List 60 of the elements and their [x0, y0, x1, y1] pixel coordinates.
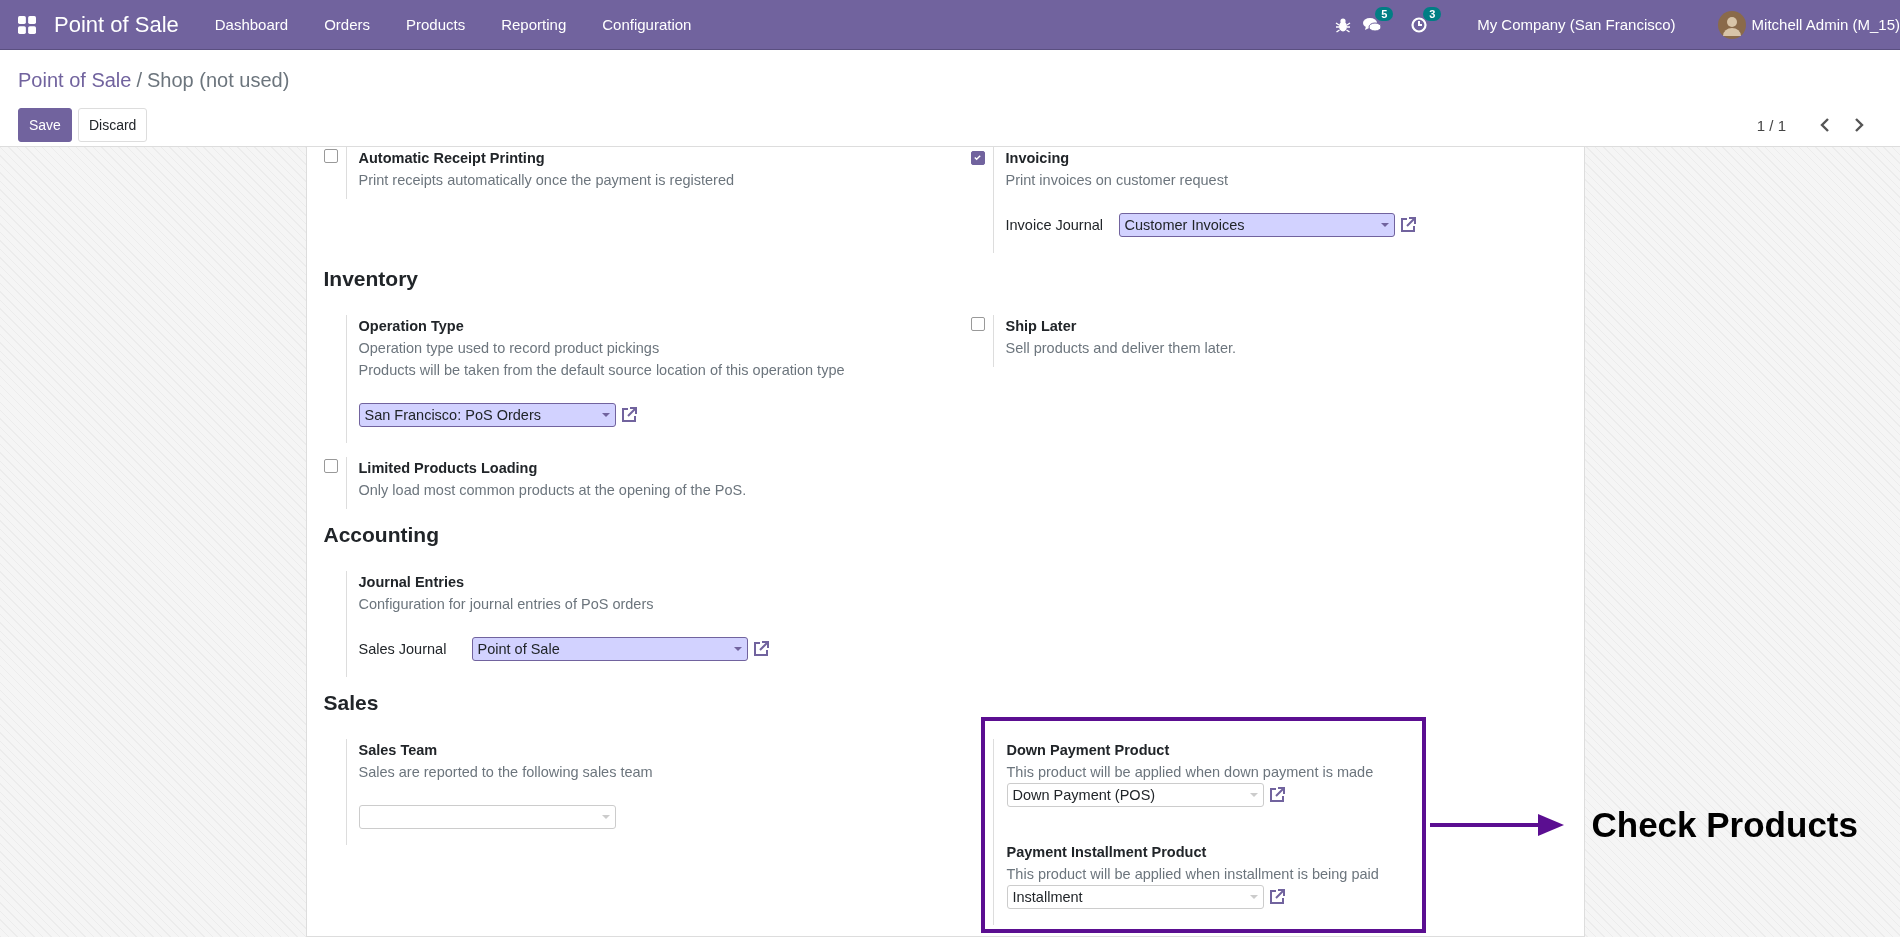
select-field[interactable]: Installment [1006, 885, 1264, 909]
select-field[interactable]: Customer Invoices [1118, 213, 1395, 237]
menu-item[interactable]: Configuration [602, 16, 692, 33]
setting-description: Sales are reported to the following sales team [358, 763, 653, 782]
breadcrumb-separator: / [136, 68, 142, 92]
next-icon[interactable] [1854, 118, 1864, 132]
select-field[interactable] [358, 805, 616, 829]
section-heading: Accounting [323, 523, 440, 547]
setting-description: Configuration for journal entries of PoS orders [358, 595, 655, 614]
setting-title: Automatic Receipt Printing [358, 149, 546, 168]
setting-description: Print invoices on customer request [1005, 171, 1229, 190]
save-button[interactable]: Save [18, 108, 72, 142]
setting-description: Sell products and deliver them later. [1005, 339, 1236, 358]
section-heading: Inventory [323, 267, 420, 291]
setting-title: Payment Installment Product [1006, 843, 1208, 862]
breadcrumb-current: Shop (not used) [147, 68, 290, 92]
setting-title: Invoicing [1005, 149, 1071, 168]
breadcrumb-link[interactable]: Point of Sale [18, 68, 132, 92]
chat-icon[interactable] [1363, 16, 1382, 33]
checkmark-icon [973, 153, 982, 162]
setting-description: This product will be applied when installment is being paid [1006, 865, 1379, 884]
checkbox[interactable] [970, 150, 985, 165]
setting-title: Operation Type [358, 317, 465, 336]
setting-description: Only load most common products at the opening of the PoS. [358, 481, 747, 500]
notification-badge: 5 [1375, 6, 1394, 21]
setting-title: Limited Products Loading [358, 459, 539, 478]
company-switcher[interactable]: My Company (San Francisco) [1477, 16, 1676, 33]
setting-description: Operation type used to record product pickings [358, 339, 661, 358]
setting-title: Down Payment Product [1006, 741, 1171, 760]
discard-button[interactable]: Discard [77, 108, 148, 142]
setting-description: Print receipts automatically once the payment is registered [358, 171, 735, 190]
app-title[interactable]: Point of Sale [54, 11, 179, 38]
apps-menu-icon[interactable] [18, 15, 36, 34]
select-field[interactable]: San Francisco: PoS Orders [358, 403, 616, 427]
menu-item[interactable]: Dashboard [214, 16, 289, 33]
section-heading: Sales [323, 691, 380, 715]
setting-title: Ship Later [1005, 317, 1078, 336]
setting-title: Sales Team [358, 741, 439, 760]
pager-value: 1 / 1 [1756, 116, 1786, 134]
select-field[interactable]: Down Payment (POS) [1006, 783, 1264, 807]
clock-icon[interactable] [1411, 16, 1428, 33]
avatar-icon[interactable] [1717, 10, 1746, 39]
checkbox[interactable] [323, 149, 338, 163]
previous-icon[interactable] [1820, 118, 1830, 132]
setting-description: This product will be applied when down payment is made [1006, 763, 1374, 782]
notification-badge: 3 [1423, 6, 1442, 21]
checkbox[interactable] [323, 459, 338, 473]
setting-title: Journal Entries [358, 573, 466, 592]
bug-icon[interactable] [1335, 16, 1352, 33]
field-label: Sales Journal [358, 641, 448, 657]
menu-item[interactable]: Orders [324, 16, 370, 33]
arrow-icon [1429, 813, 1564, 837]
menu-item[interactable]: Products [406, 16, 466, 33]
menu-item[interactable]: Reporting [501, 16, 567, 33]
annotation-text: Check Products [1591, 805, 1858, 845]
setting-description: Products will be taken from the default source location of this operation type [358, 361, 845, 380]
select-field[interactable]: Point of Sale [471, 637, 748, 661]
user-menu[interactable]: Mitchell Admin (M_15) [1751, 16, 1900, 33]
checkbox[interactable] [970, 317, 985, 331]
field-label: Invoice Journal [1005, 217, 1105, 233]
